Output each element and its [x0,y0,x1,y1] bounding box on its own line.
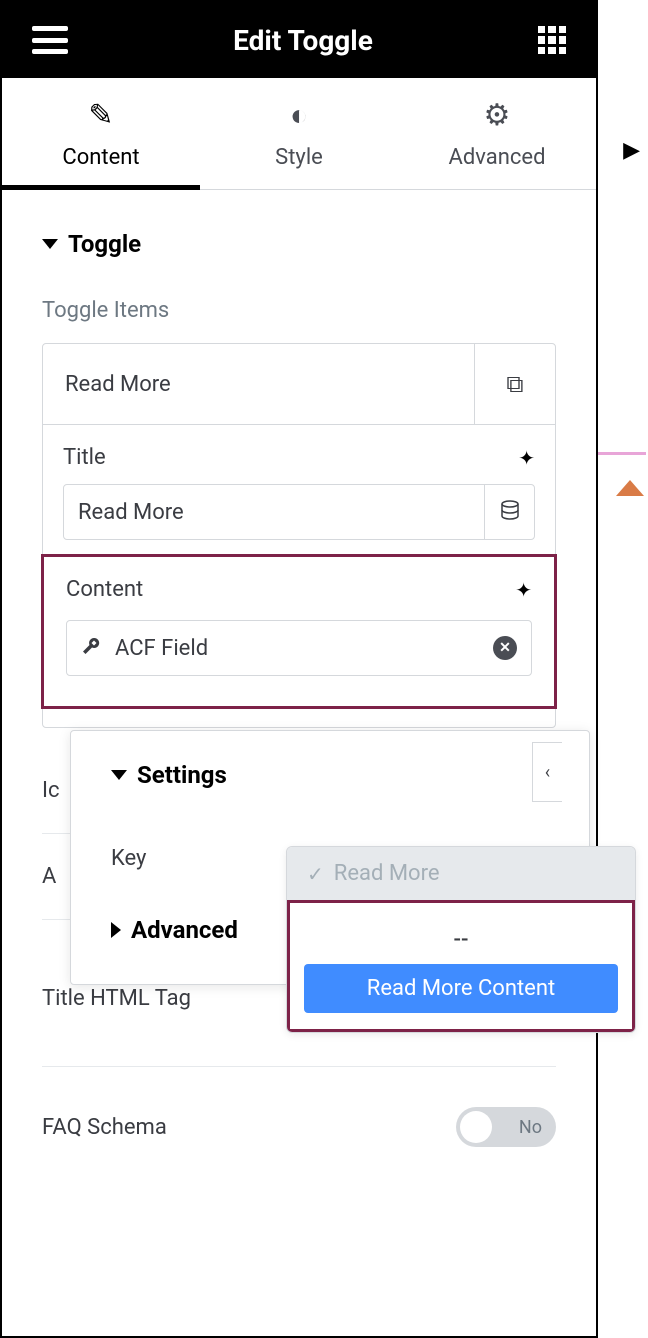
collapse-panel-handle[interactable]: ‹ [532,742,562,802]
dropdown-separator: -- [304,915,618,964]
settings-title: Settings [137,761,227,789]
icon-label: Ic [42,778,60,803]
pencil-icon: ✎ [88,98,113,133]
faq-schema-label: FAQ Schema [42,1115,167,1140]
tab-content[interactable]: ✎ Content [2,78,200,189]
advanced-title: Advanced [131,916,238,944]
settings-header[interactable]: Settings [111,761,549,789]
wrench-icon [81,636,101,661]
copy-icon: ⧉ [506,370,523,398]
content-field-highlight: Content ✦ ACF Field ✕ [41,554,557,709]
section-toggle-header[interactable]: Toggle [42,230,556,258]
toggle-item-header[interactable]: Read More ⧉ [43,344,555,424]
toggle-items-label: Toggle Items [42,298,556,323]
duplicate-button[interactable]: ⧉ [475,344,555,424]
caret-down-icon [111,770,127,780]
toggle-value: No [519,1117,542,1138]
clear-icon[interactable]: ✕ [493,636,517,660]
toggle-item: Read More ⧉ Title ✦ [42,343,556,728]
title-tag-label: Title HTML Tag [42,986,191,1011]
dynamic-tags-button[interactable] [484,485,534,539]
content-field-label: Content [66,577,143,602]
title-input[interactable] [64,485,484,539]
content-dynamic-input[interactable]: ACF Field ✕ [66,620,532,676]
tab-advanced[interactable]: ⚙ Advanced [398,78,596,189]
title-input-wrapper [63,484,535,540]
gear-icon: ⚙ [484,98,511,133]
dropdown-item-group: ✓ Read More [287,847,635,900]
dropdown-group-label: Read More [334,861,440,886]
section-toggle-title: Toggle [68,230,141,258]
tab-bar: ✎ Content ◐ Style ⚙ Advanced [2,78,596,190]
tab-content-label: Content [62,145,139,170]
dropdown-item-selected[interactable]: Read More Content [304,964,618,1013]
dropdown-selected-label: Read More Content [367,976,555,1001]
toggle-knob [460,1111,492,1143]
preview-arrow-icon[interactable]: ▶ [623,138,640,163]
element-handle-icon[interactable] [616,480,644,496]
check-icon: ✓ [307,862,324,886]
tab-style-label: Style [275,145,323,170]
tab-advanced-label: Advanced [449,145,546,170]
caret-right-icon [111,922,121,938]
sparkle-icon[interactable]: ✦ [515,578,532,602]
faq-schema-toggle[interactable]: No [456,1107,556,1147]
active-label: A [42,864,56,889]
tab-style[interactable]: ◐ Style [200,78,398,189]
panel-header: Edit Toggle [2,2,596,78]
apps-grid-icon[interactable] [538,26,566,54]
toggle-item-title: Read More [43,344,475,424]
hamburger-icon[interactable] [32,26,68,54]
key-label: Key [111,846,146,871]
contrast-icon: ◐ [290,98,308,133]
chevron-left-icon: ‹ [545,762,550,783]
section-marker [598,452,646,455]
database-icon [501,500,519,525]
caret-down-icon [42,239,58,249]
title-field-label: Title [63,445,106,470]
faq-schema-row: FAQ Schema No [42,1077,556,1177]
dropdown-highlight: -- Read More Content [287,900,635,1032]
sparkle-icon[interactable]: ✦ [518,446,535,470]
key-dropdown: ✓ Read More -- Read More Content [286,846,636,1033]
panel-title: Edit Toggle [233,24,373,57]
content-dynamic-value: ACF Field [115,636,479,661]
